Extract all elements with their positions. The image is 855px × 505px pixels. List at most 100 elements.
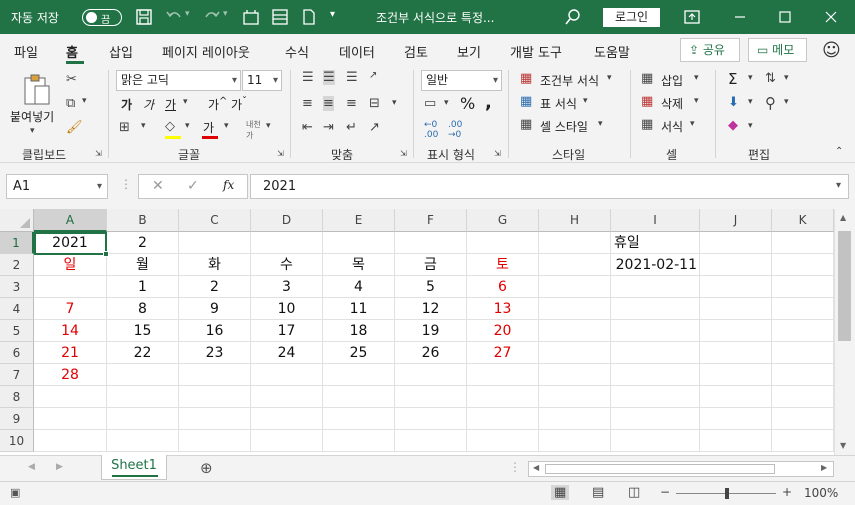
cell-a10[interactable]: [34, 430, 107, 452]
more-options-icon[interactable]: ⋮: [120, 177, 132, 191]
collapse-ribbon-icon[interactable]: ⌃: [835, 146, 843, 157]
format-cells-icon[interactable]: ▦: [641, 117, 653, 132]
screenshot-icon[interactable]: [242, 8, 260, 26]
font-name-select[interactable]: 맑은 고딕 ▾: [116, 70, 241, 91]
cell-j5[interactable]: [700, 320, 772, 342]
horizontal-scroll-thumb[interactable]: [545, 464, 775, 474]
cell-d2[interactable]: 수: [251, 254, 323, 276]
font-color-dropdown-icon[interactable]: ▾: [224, 121, 229, 131]
cell-a6[interactable]: 21: [34, 342, 107, 364]
tab-page-layout[interactable]: 페이지 레이아웃: [162, 42, 250, 61]
cell-b6[interactable]: 22: [107, 342, 179, 364]
align-bottom-icon[interactable]: ☰: [346, 70, 358, 85]
increase-decimal-icon[interactable]: ←0.00: [424, 120, 438, 140]
cell-b8[interactable]: [107, 386, 179, 408]
cell-a2[interactable]: 일: [34, 254, 107, 276]
row-header-10[interactable]: 10: [0, 430, 34, 452]
cell-d5[interactable]: 17: [251, 320, 323, 342]
add-sheet-icon[interactable]: ⊕: [200, 459, 213, 477]
tab-help[interactable]: 도움말: [594, 42, 630, 61]
cell-e3[interactable]: 4: [323, 276, 395, 298]
cell-b1[interactable]: 2: [107, 232, 179, 254]
cell-b2[interactable]: 월: [107, 254, 179, 276]
paste-dropdown-icon[interactable]: ▾: [30, 126, 35, 136]
chevron-down-icon[interactable]: ▾: [598, 119, 603, 129]
row-header-7[interactable]: 7: [0, 364, 34, 386]
merge-dropdown-icon[interactable]: ▾: [392, 98, 397, 108]
cell-c2[interactable]: 화: [179, 254, 251, 276]
cell-g9[interactable]: [467, 408, 539, 430]
accounting-dropdown-icon[interactable]: ▾: [444, 98, 449, 108]
align-top-icon[interactable]: ☰: [302, 70, 314, 85]
cell-c6[interactable]: 23: [179, 342, 251, 364]
format-cells-label[interactable]: 서식: [661, 118, 683, 135]
sort-dropdown-icon[interactable]: ▾: [784, 73, 789, 83]
cell-c4[interactable]: 9: [179, 298, 251, 320]
expand-formula-icon[interactable]: ▾: [836, 180, 841, 191]
cell-k8[interactable]: [772, 386, 834, 408]
cell-e5[interactable]: 18: [323, 320, 395, 342]
cell-d7[interactable]: [251, 364, 323, 386]
scroll-right-icon[interactable]: ▶: [821, 463, 827, 472]
cell-d3[interactable]: 3: [251, 276, 323, 298]
chevron-down-icon[interactable]: ▾: [694, 96, 699, 106]
autosum-icon[interactable]: Σ: [728, 70, 737, 88]
cell-b4[interactable]: 8: [107, 298, 179, 320]
italic-icon[interactable]: 가: [143, 96, 154, 113]
align-middle-icon[interactable]: ☰: [323, 70, 335, 85]
cell-f9[interactable]: [395, 408, 467, 430]
cell-j8[interactable]: [700, 386, 772, 408]
cell-k1[interactable]: [772, 232, 834, 254]
cell-j6[interactable]: [700, 342, 772, 364]
orientation-icon[interactable]: ↗: [369, 70, 377, 81]
delete-cells-label[interactable]: 삭제: [661, 95, 683, 112]
cell-k9[interactable]: [772, 408, 834, 430]
cell-j7[interactable]: [700, 364, 772, 386]
cell-c7[interactable]: [179, 364, 251, 386]
cell-d1[interactable]: [251, 232, 323, 254]
row-header-5[interactable]: 5: [0, 320, 34, 342]
page-layout-view-icon[interactable]: ▤: [592, 485, 604, 500]
ribbon-display-icon[interactable]: [683, 8, 701, 26]
share-button[interactable]: ⇪ 공유: [680, 38, 740, 62]
tab-view[interactable]: 보기: [457, 42, 481, 61]
align-center-icon[interactable]: ≡: [323, 96, 334, 111]
column-header-j[interactable]: J: [700, 209, 772, 232]
phonetic-icon[interactable]: 내천 가: [246, 119, 261, 141]
fill-icon[interactable]: ⬇: [728, 95, 739, 110]
cell-g7[interactable]: [467, 364, 539, 386]
close-icon[interactable]: [822, 8, 840, 26]
vertical-scrollbar[interactable]: ▲ ▼: [834, 209, 855, 455]
column-header-b[interactable]: B: [107, 209, 179, 232]
cell-i10[interactable]: [611, 430, 700, 452]
cell-f7[interactable]: [395, 364, 467, 386]
redo-icon[interactable]: [203, 8, 221, 26]
column-header-f[interactable]: F: [395, 209, 467, 232]
row-header-2[interactable]: 2: [0, 254, 34, 276]
chevron-down-icon[interactable]: ▾: [690, 119, 695, 129]
cancel-icon[interactable]: ✕: [152, 178, 164, 194]
cell-a4[interactable]: 7: [34, 298, 107, 320]
cell-g8[interactable]: [467, 386, 539, 408]
column-header-h[interactable]: H: [539, 209, 611, 232]
tab-home[interactable]: 홈: [66, 42, 78, 61]
cell-e6[interactable]: 25: [323, 342, 395, 364]
cell-a8[interactable]: [34, 386, 107, 408]
cell-e8[interactable]: [323, 386, 395, 408]
fill-color-dropdown-icon[interactable]: ▾: [185, 121, 190, 131]
decrease-decimal-icon[interactable]: .00 →0: [448, 120, 462, 140]
customize-toolbar-icon[interactable]: ▾: [330, 9, 335, 20]
cell-j10[interactable]: [700, 430, 772, 452]
cell-e1[interactable]: [323, 232, 395, 254]
cell-b3[interactable]: 1: [107, 276, 179, 298]
column-header-c[interactable]: C: [179, 209, 251, 232]
cell-k3[interactable]: [772, 276, 834, 298]
cell-i3[interactable]: [611, 276, 700, 298]
chevron-down-icon[interactable]: ▾: [694, 73, 699, 83]
cell-a9[interactable]: [34, 408, 107, 430]
autosum-dropdown-icon[interactable]: ▾: [748, 73, 753, 83]
cell-i8[interactable]: [611, 386, 700, 408]
cell-c10[interactable]: [179, 430, 251, 452]
tab-data[interactable]: 데이터: [339, 42, 375, 61]
cell-e7[interactable]: [323, 364, 395, 386]
